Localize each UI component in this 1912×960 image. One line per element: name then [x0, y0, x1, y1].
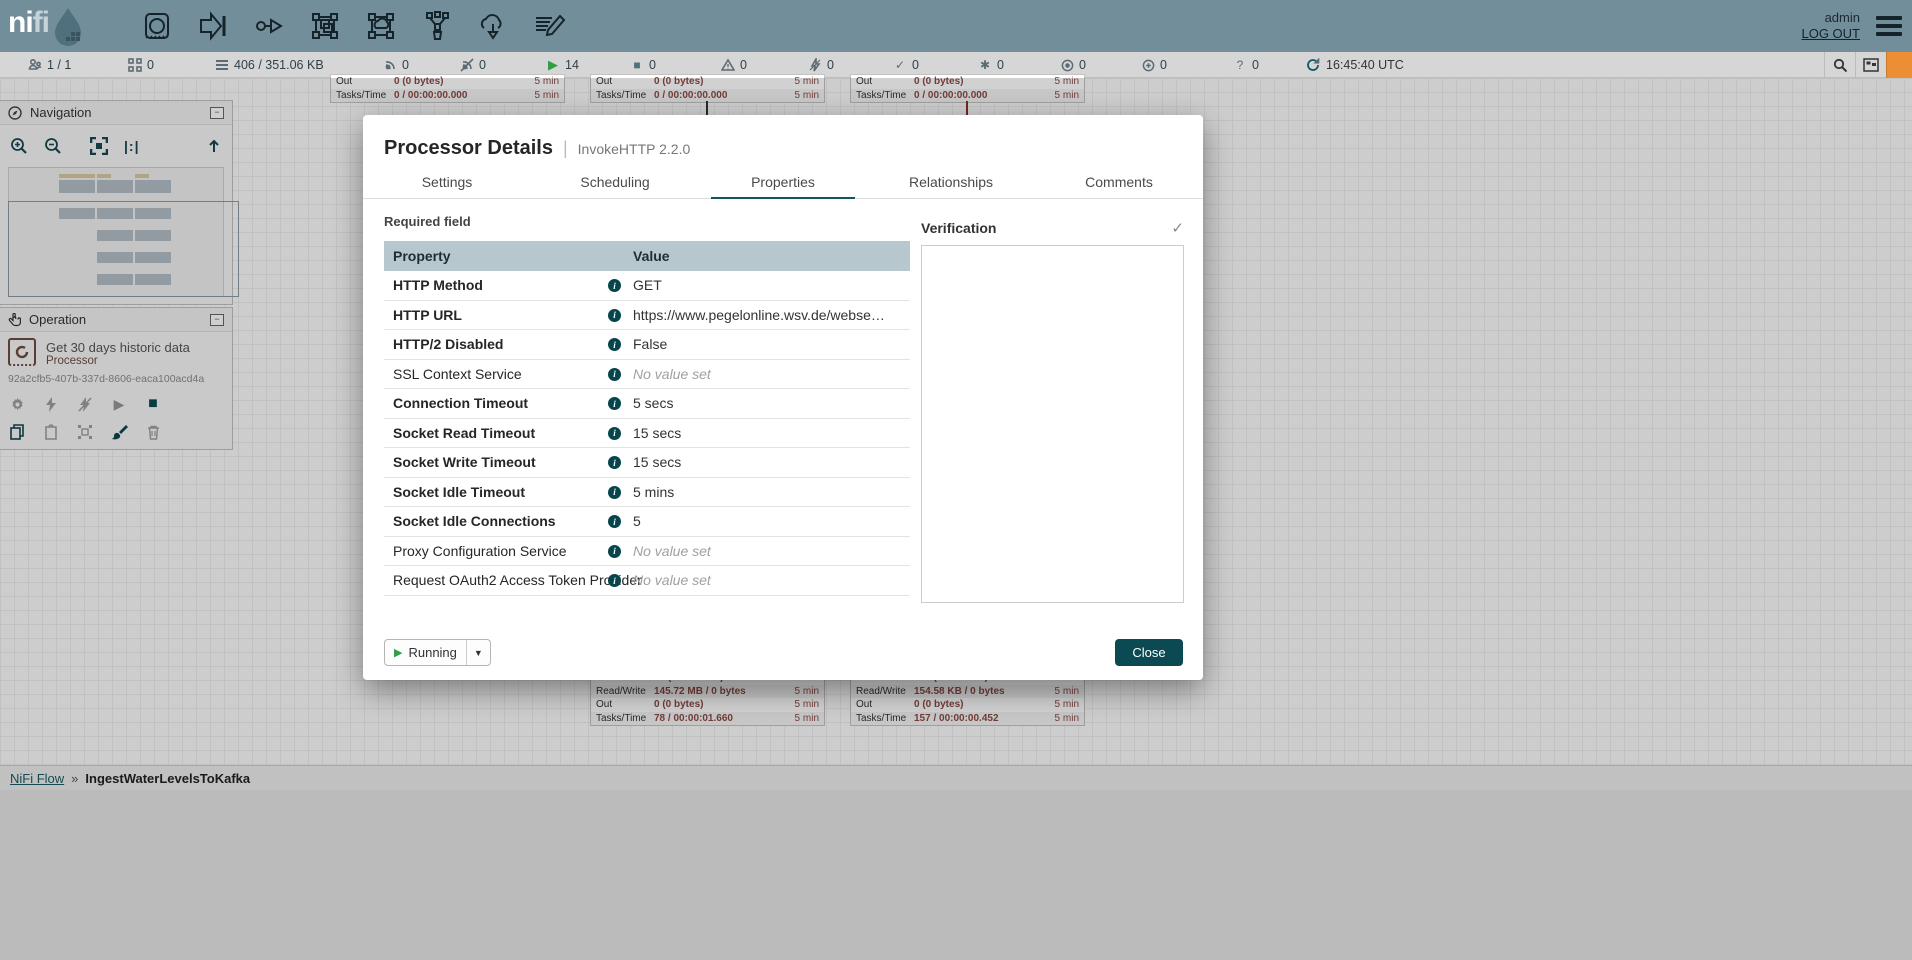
check-icon: ✓ [893, 58, 907, 72]
dialog-title: Processor Details [384, 137, 553, 160]
funnel-icon[interactable] [420, 9, 454, 43]
status-active-threads: 0 [128, 52, 154, 78]
status-last-refresh: 16:45:40 UTC [1306, 52, 1404, 78]
tab-settings[interactable]: Settings [363, 169, 531, 198]
template-icon[interactable] [476, 9, 510, 43]
flow-status-indicator[interactable] [1886, 52, 1912, 78]
not-transmitting-icon [460, 58, 474, 72]
run-state-dropdown-caret[interactable]: ▼ [466, 640, 490, 665]
status-locally-modified-stale: 0 [1141, 52, 1167, 78]
nifi-app: nifi admin LOG OUT 1 / 1 [0, 0, 1912, 960]
dialog-tabs: Settings Scheduling Properties Relations… [363, 169, 1203, 199]
verification-header: Verification ✓ [921, 219, 1184, 237]
current-user: admin [1825, 10, 1860, 26]
run-state-label: Running [408, 645, 465, 660]
properties-table: Property Value HTTP MethodiGET HTTP URLi… [384, 241, 910, 603]
threads-icon [128, 58, 142, 72]
close-button[interactable]: Close [1115, 639, 1183, 666]
info-icon[interactable]: i [608, 545, 621, 558]
verify-check-icon[interactable]: ✓ [1171, 219, 1184, 237]
property-row[interactable]: Socket Read Timeouti15 secs [384, 419, 910, 449]
info-icon[interactable]: i [608, 338, 621, 351]
process-group-icon[interactable] [308, 9, 342, 43]
info-icon[interactable]: i [608, 456, 621, 469]
asterisk-icon: ✱ [978, 58, 992, 72]
property-row-partial[interactable]: iNo value set [384, 596, 910, 604]
tab-properties[interactable]: Properties [699, 169, 867, 198]
logo-text-fi: fi [33, 6, 49, 40]
nifi-droplet-icon [51, 6, 85, 46]
property-row[interactable]: HTTP MethodiGET [384, 271, 910, 301]
question-icon: ? [1233, 58, 1247, 72]
label-icon[interactable] [532, 9, 566, 43]
info-icon[interactable]: i [608, 574, 621, 587]
nifi-logo: nifi [8, 6, 126, 46]
info-icon[interactable]: i [608, 427, 621, 440]
transmitting-icon [383, 58, 397, 72]
stale-icon [1060, 58, 1074, 72]
header-right: admin LOG OUT [1801, 10, 1902, 42]
properties-table-header: Property Value [384, 241, 910, 271]
column-property: Property [384, 241, 624, 271]
property-row[interactable]: Socket Idle Timeouti5 mins [384, 478, 910, 508]
status-queued: 406 / 351.06 KB [215, 52, 324, 78]
info-icon[interactable]: i [608, 515, 621, 528]
invalid-warning-icon [721, 58, 735, 72]
birdseye-icon [1863, 58, 1879, 72]
refresh-icon[interactable] [1306, 58, 1320, 72]
tab-comments[interactable]: Comments [1035, 169, 1203, 198]
search-button[interactable] [1825, 52, 1855, 78]
property-row[interactable]: Socket Idle Connectionsi5 [384, 507, 910, 537]
info-icon[interactable]: i [608, 309, 621, 322]
statusbar-controls [1824, 52, 1912, 78]
info-icon[interactable]: i [608, 397, 621, 410]
global-menu-icon[interactable] [1876, 16, 1902, 36]
property-row[interactable]: Proxy Configuration ServiceiNo value set [384, 537, 910, 567]
cluster-icon [28, 58, 42, 72]
status-connected-nodes: 1 / 1 [28, 52, 71, 78]
info-icon[interactable]: i [608, 486, 621, 499]
modified-stale-icon [1141, 58, 1155, 72]
stopped-square-icon: ■ [630, 58, 644, 72]
column-value: Value [624, 241, 910, 271]
property-row[interactable]: Socket Write Timeouti15 secs [384, 448, 910, 478]
queued-list-icon [215, 58, 229, 72]
verification-title: Verification [921, 220, 996, 236]
processor-details-dialog: Processor Details | InvokeHTTP 2.2.0 Set… [363, 115, 1203, 680]
property-row[interactable]: HTTP URLihttps://www.pegelonline.wsv.de/… [384, 301, 910, 331]
required-field-label: Required field [384, 214, 471, 229]
logout-link[interactable]: LOG OUT [1801, 26, 1860, 42]
info-icon[interactable]: i [608, 368, 621, 381]
workspace: Out0 (0 bytes)5 min Tasks/Time0 / 00:00:… [0, 78, 1912, 960]
app-header: nifi admin LOG OUT [0, 0, 1912, 52]
processor-type-version: InvokeHTTP 2.2.0 [578, 141, 691, 157]
property-row[interactable]: Connection Timeouti5 secs [384, 389, 910, 419]
property-row[interactable]: HTTP/2 DisablediFalse [384, 330, 910, 360]
tab-scheduling[interactable]: Scheduling [531, 169, 699, 198]
running-play-icon: ▶ [546, 58, 560, 72]
property-row[interactable]: Request OAuth2 Access Token ProvideriNo … [384, 566, 910, 596]
running-play-icon: ▶ [385, 646, 408, 659]
info-icon[interactable]: i [608, 279, 621, 292]
tab-relationships[interactable]: Relationships [867, 169, 1035, 198]
input-port-icon[interactable] [196, 9, 230, 43]
logo-text-ni: ni [8, 6, 33, 40]
status-sync-failure: ? 0 [1233, 52, 1259, 78]
component-toolbar [140, 9, 566, 43]
remote-process-group-icon[interactable] [364, 9, 398, 43]
title-separator: | [563, 138, 568, 159]
run-state-button[interactable]: ▶ Running ▼ [384, 639, 491, 666]
output-port-icon[interactable] [252, 9, 286, 43]
disabled-bolt-icon [808, 58, 822, 72]
property-row[interactable]: SSL Context ServiceiNo value set [384, 360, 910, 390]
verification-results-box [921, 245, 1184, 603]
birdseye-button[interactable] [1856, 52, 1886, 78]
search-icon [1833, 58, 1848, 73]
processor-icon[interactable] [140, 9, 174, 43]
